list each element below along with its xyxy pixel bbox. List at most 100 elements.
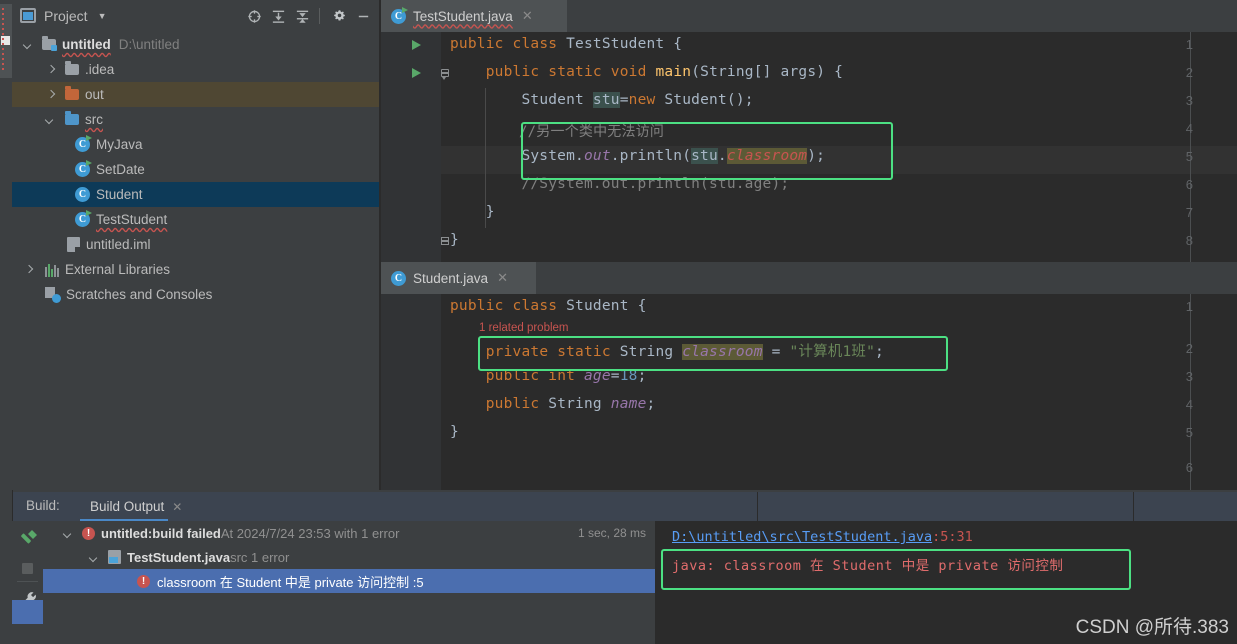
build-tool-window: Build: Build Output ✕ ! untitled: build …: [12, 492, 1237, 644]
chevron-down-icon[interactable]: ▼: [98, 11, 107, 21]
tab-teststudent-java[interactable]: C TestStudent.java ✕: [381, 0, 567, 32]
header-divider: [757, 492, 758, 521]
green-highlight-box: [661, 549, 1131, 590]
java-runnable-class-icon: C: [75, 210, 92, 227]
code-line-8: }: [450, 232, 459, 248]
chevron-right-icon[interactable]: [22, 263, 35, 276]
close-icon[interactable]: ✕: [497, 270, 508, 286]
java-file-icon: [108, 550, 121, 564]
line-number: 5: [1185, 149, 1193, 164]
tree-item-label: untitled.iml: [86, 237, 151, 252]
project-tool-window: Project ▼ untitled D:\untitled .idea out…: [12, 0, 380, 490]
line-number: 8: [1185, 233, 1193, 248]
inlay-related-problem[interactable]: 1 related problem: [479, 322, 569, 334]
iml-file-icon: [67, 237, 81, 253]
line-number: 4: [1185, 121, 1193, 136]
editor-gutter-top[interactable]: [381, 32, 441, 262]
select-opened-file-icon[interactable]: [243, 5, 265, 27]
error-file-path[interactable]: D:\untitled\src\TestStudent.java:5:31: [672, 529, 973, 545]
build-sidebar-toolbar: [12, 521, 43, 644]
tree-item-idea[interactable]: .idea: [12, 57, 380, 82]
code-line-6: //System.out.println(stu.age);: [450, 176, 790, 192]
tab-label: Build Output: [90, 499, 165, 514]
chevron-down-icon[interactable]: [44, 113, 57, 126]
code-editor-teststudent[interactable]: 1 2 3 4 5 6 7 8 public class TestStudent…: [381, 32, 1237, 262]
hide-panel-icon[interactable]: [352, 5, 374, 27]
editor-tabbar-bottom: C Student.java ✕: [381, 262, 1237, 294]
code-line-2: public static void main(String[] args) {: [485, 64, 844, 80]
code-line-3: public int age=18;: [485, 368, 647, 384]
module-folder-icon: [42, 36, 57, 51]
line-number: 7: [1185, 205, 1193, 220]
build-row-untitled[interactable]: ! untitled: build failed At 2024/7/24 23…: [43, 521, 656, 545]
build-panel-label: Build:: [26, 498, 60, 513]
toolbar-divider: [17, 581, 38, 582]
error-icon: !: [137, 574, 150, 588]
build-output-tree[interactable]: ! untitled: build failed At 2024/7/24 23…: [43, 521, 750, 644]
tab-build-output[interactable]: Build Output ✕: [80, 492, 192, 521]
chevron-down-icon[interactable]: [62, 527, 75, 540]
expand-all-icon[interactable]: [267, 5, 289, 27]
code-line-4: public String name;: [485, 396, 656, 412]
project-window-icon: [20, 8, 36, 23]
java-runnable-class-icon: C: [75, 135, 92, 152]
code-line-5: }: [450, 424, 459, 440]
project-panel-title: Project: [44, 8, 88, 24]
watermark-text: CSDN @所待.383: [1075, 617, 1229, 638]
tree-item-out[interactable]: out: [12, 82, 380, 107]
tab-label: TestStudent.java: [413, 8, 513, 24]
chevron-down-icon[interactable]: [88, 551, 101, 564]
tree-item-label: TestStudent: [96, 212, 168, 227]
header-divider: [12, 492, 13, 521]
folder-icon: [65, 61, 79, 75]
tree-item-label: src: [85, 112, 103, 127]
line-number: 6: [1185, 177, 1193, 192]
line-number: 5: [1185, 425, 1193, 440]
tree-item-external-libraries[interactable]: External Libraries: [12, 257, 380, 282]
editor-gutter-bottom[interactable]: [381, 294, 441, 490]
tree-item-myjava[interactable]: C MyJava: [12, 132, 380, 157]
tree-item-untitled-iml[interactable]: untitled.iml: [12, 232, 380, 257]
build-row-error-message[interactable]: ! classroom 在 Student 中是 private 访问控制 :5: [43, 569, 750, 593]
chevron-down-icon[interactable]: [22, 38, 35, 51]
tree-item-scratches-and-consoles[interactable]: Scratches and Consoles: [12, 282, 380, 307]
java-class-icon: C: [75, 187, 90, 202]
error-icon: !: [82, 526, 95, 540]
tree-item-teststudent[interactable]: C TestStudent: [12, 207, 380, 232]
project-tree[interactable]: untitled D:\untitled .idea out src C MyJ…: [12, 32, 380, 490]
line-number: 1: [1185, 299, 1193, 314]
chevron-right-icon[interactable]: [44, 63, 57, 76]
settings-gear-icon[interactable]: [328, 5, 350, 27]
tree-item-setdate[interactable]: C SetDate: [12, 157, 380, 182]
tree-item-untitled[interactable]: untitled D:\untitled: [12, 32, 380, 57]
run-method-icon[interactable]: [412, 68, 421, 78]
line-number: 3: [1185, 369, 1193, 384]
build-detail-console[interactable]: D:\untitled\src\TestStudent.java:5:31 ja…: [656, 521, 1237, 644]
close-icon[interactable]: ✕: [522, 8, 533, 24]
tree-item-student[interactable]: C Student: [12, 182, 380, 207]
build-row-title: classroom 在 Student 中是 private 访问控制 :5: [157, 574, 424, 590]
line-number: 3: [1185, 93, 1193, 108]
tree-item-label: MyJava: [96, 137, 143, 152]
scratches-icon: [45, 287, 61, 303]
collapse-all-icon[interactable]: [291, 5, 313, 27]
java-class-icon: C: [391, 270, 406, 286]
code-line-5: System.out.println(stu.classroom);: [450, 148, 826, 164]
stop-icon[interactable]: [12, 553, 43, 583]
code-line-2: private static String classroom = "计算机1班…: [485, 344, 884, 360]
rebuild-hammer-icon[interactable]: [12, 525, 43, 555]
tree-item-src[interactable]: src: [12, 107, 380, 132]
tab-student-java[interactable]: C Student.java ✕: [381, 262, 536, 294]
chevron-right-icon[interactable]: [44, 88, 57, 101]
tab-label: Student.java: [413, 270, 489, 286]
line-number: 4: [1185, 397, 1193, 412]
build-row-teststudent-java[interactable]: TestStudent.java src 1 error: [43, 545, 656, 569]
error-stripe-marks: [2, 8, 4, 70]
error-file-link[interactable]: D:\untitled\src\TestStudent.java: [672, 529, 932, 545]
libraries-icon: [45, 263, 59, 277]
build-selection-strip: [12, 600, 43, 624]
excluded-folder-icon: [65, 86, 79, 100]
run-class-icon[interactable]: [412, 40, 421, 50]
close-icon[interactable]: ✕: [172, 500, 182, 514]
code-editor-student[interactable]: 1 2 3 4 5 6 public class Student { 1 rel…: [381, 294, 1237, 490]
